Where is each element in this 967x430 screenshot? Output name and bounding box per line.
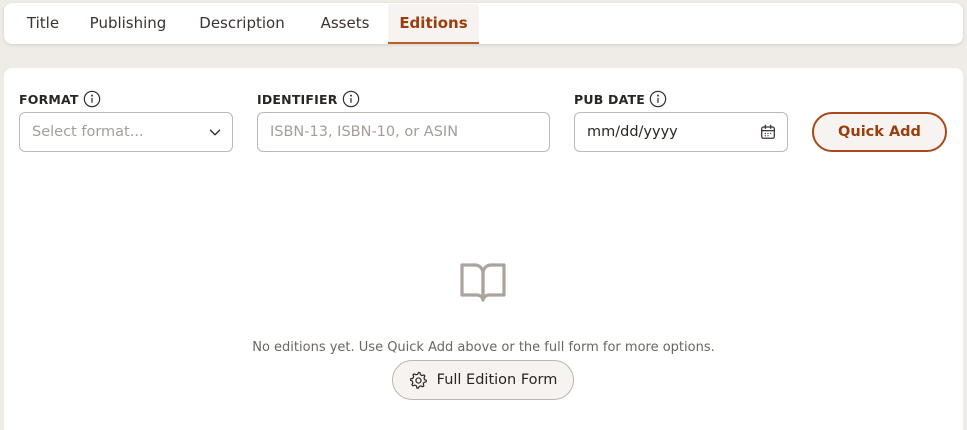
- format-label: FORMAT: [19, 90, 101, 108]
- info-icon[interactable]: [342, 90, 360, 108]
- info-icon[interactable]: [83, 90, 101, 108]
- empty-state-message: No editions yet. Use Quick Add above or …: [252, 340, 715, 355]
- tab-bar: Title Publishing Description Assets Edit…: [4, 3, 963, 44]
- full-edition-form-label: Full Edition Form: [436, 372, 558, 388]
- info-icon[interactable]: [649, 90, 667, 108]
- open-book-icon: [460, 263, 506, 302]
- tab-assets[interactable]: Assets: [309, 4, 381, 44]
- chevron-down-icon: [209, 129, 221, 136]
- tab-publishing[interactable]: Publishing: [80, 4, 176, 44]
- tab-description[interactable]: Description: [184, 4, 300, 44]
- identifier-input-placeholder: ISBN-13, ISBN-10, or ASIN: [270, 124, 459, 140]
- pub-date-input[interactable]: mm/dd/yyyy: [574, 112, 788, 152]
- gear-icon: [409, 371, 427, 389]
- pub-date-label-text: PUB DATE: [574, 91, 645, 107]
- format-select-placeholder: Select format...: [32, 124, 144, 140]
- pub-date-label: PUB DATE: [574, 90, 667, 108]
- identifier-label-text: IDENTIFIER: [257, 91, 338, 107]
- calendar-icon[interactable]: [759, 123, 777, 141]
- identifier-input[interactable]: ISBN-13, ISBN-10, or ASIN: [257, 112, 550, 152]
- full-edition-form-button[interactable]: Full Edition Form: [392, 360, 574, 400]
- pub-date-value: mm/dd/yyyy: [587, 124, 678, 140]
- identifier-label: IDENTIFIER: [257, 90, 360, 108]
- tab-title[interactable]: Title: [8, 4, 78, 44]
- format-label-text: FORMAT: [19, 91, 79, 107]
- tab-editions[interactable]: Editions: [388, 4, 479, 44]
- quick-add-button[interactable]: Quick Add: [812, 112, 947, 152]
- format-select[interactable]: Select format...: [19, 112, 233, 152]
